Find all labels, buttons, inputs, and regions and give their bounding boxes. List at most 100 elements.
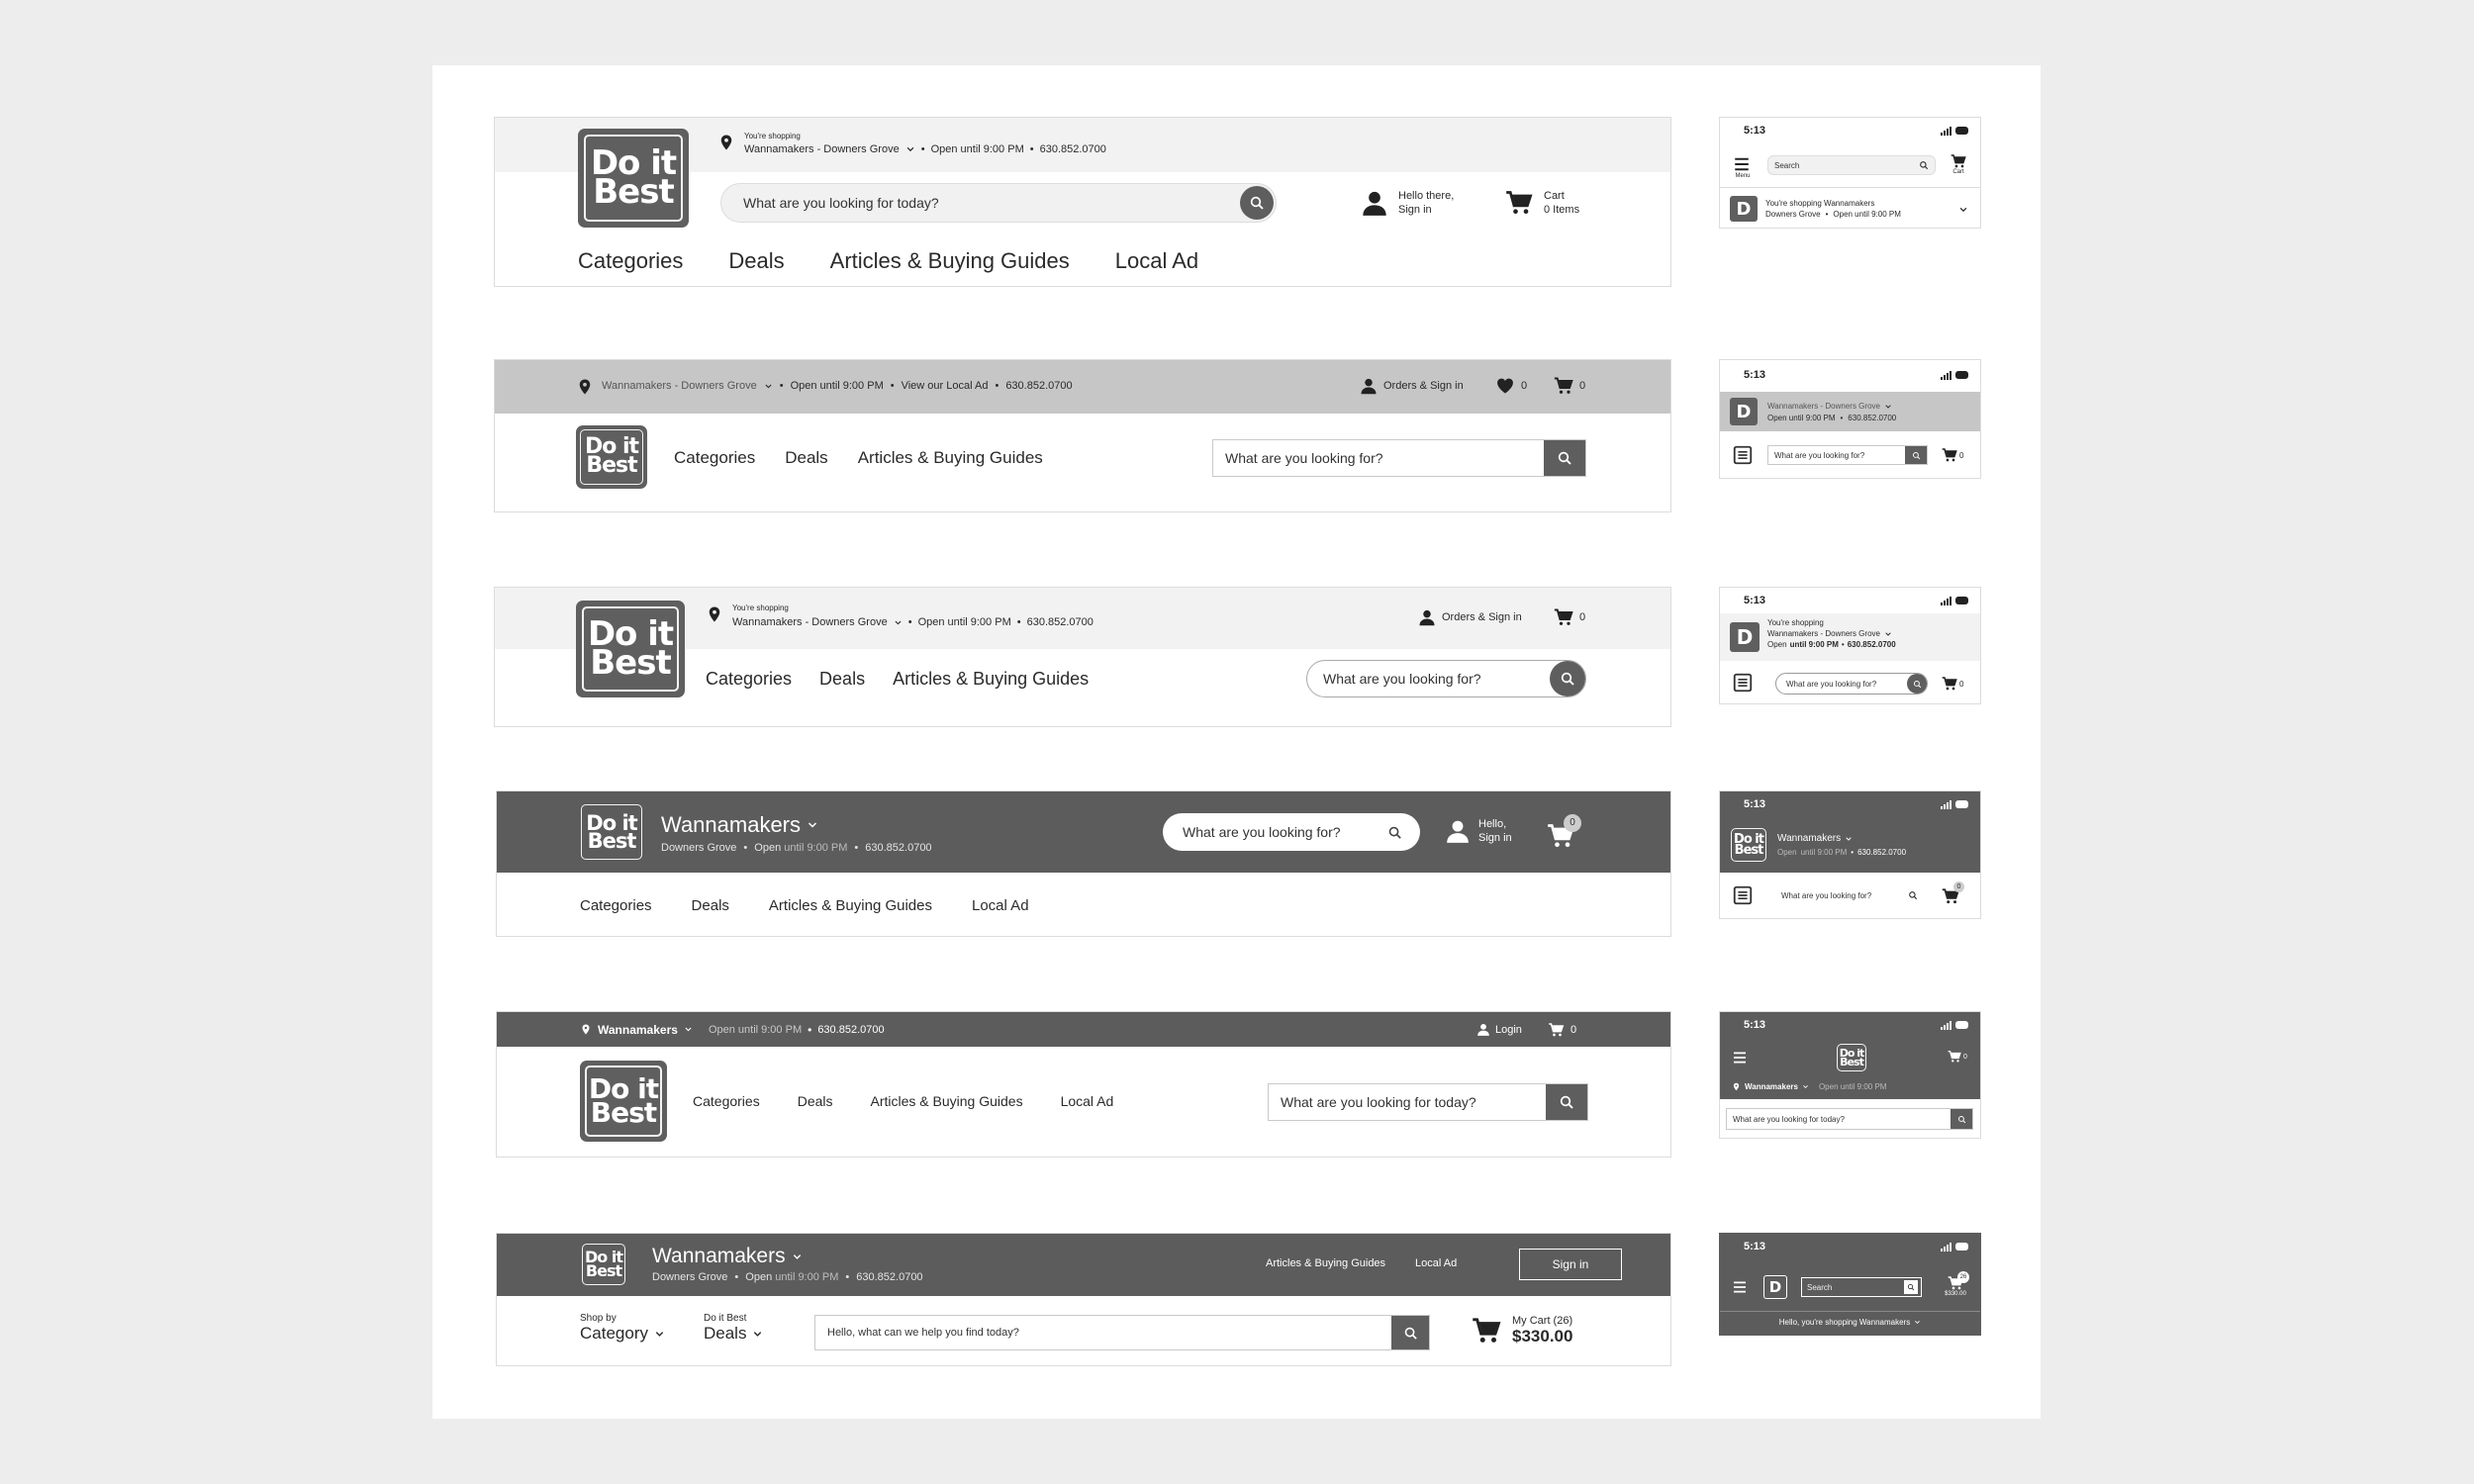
store-selector[interactable]: Wannamakers	[598, 1023, 678, 1037]
nav-articles[interactable]: Articles & Buying Guides	[871, 1093, 1023, 1109]
menu-icon[interactable]	[1732, 1279, 1748, 1295]
mobile-search-input[interactable]: Search	[1774, 161, 1919, 170]
search-input[interactable]: What are you looking for?	[1323, 671, 1550, 687]
nav-articles[interactable]: Articles & Buying Guides	[830, 248, 1070, 274]
logo[interactable]: Do it Best	[576, 601, 685, 697]
search-bar[interactable]: Hello, what can we help you find today?	[814, 1315, 1430, 1350]
logo[interactable]: Do it Best	[578, 129, 689, 228]
nav-articles[interactable]: Articles & Buying Guides	[769, 897, 932, 914]
signin-button[interactable]: Sign in	[1519, 1249, 1622, 1280]
search-bar[interactable]: What are you looking for?	[1212, 439, 1586, 477]
store-selector[interactable]: Wannamakers	[652, 1245, 803, 1268]
nav-articles[interactable]: Articles & Buying Guides	[858, 448, 1043, 468]
mobile-greeting[interactable]: Hello, you're shopping Wannamakers	[1720, 1318, 1980, 1327]
logo[interactable]: D	[1730, 196, 1758, 222]
logo[interactable]: Do it Best	[580, 1061, 667, 1142]
search-input[interactable]: What are you looking for today?	[743, 195, 1240, 211]
search-button[interactable]	[1544, 440, 1585, 476]
search-bar[interactable]: What are you looking for today?	[1268, 1083, 1588, 1121]
nav-local-ad[interactable]: Local Ad	[1115, 248, 1198, 274]
shop-by-category[interactable]: Shop by Category	[580, 1313, 665, 1344]
chevron-down-icon[interactable]	[905, 144, 915, 154]
store-selector[interactable]: Wannamakers - Downers Grove	[744, 143, 900, 155]
mobile-store-info[interactable]: Wannamakers Open until 9:00 PM • 630.852.07…	[1777, 832, 1906, 860]
menu-list-icon[interactable]	[1732, 444, 1754, 466]
logo[interactable]: D	[1763, 1275, 1787, 1299]
mobile-cart[interactable]: 26 $330.00	[1936, 1271, 1975, 1301]
nav-local-ad[interactable]: Local Ad	[1061, 1093, 1114, 1109]
local-ad-link[interactable]: View our Local Ad	[902, 380, 989, 392]
nav-categories[interactable]: Categories	[674, 448, 755, 468]
search-input[interactable]: What are you looking for?	[1183, 824, 1387, 840]
account-link[interactable]: Orders & Sign in	[1418, 607, 1522, 627]
mobile-cart[interactable]: 0	[1948, 1050, 1967, 1064]
menu-list-icon[interactable]	[1732, 672, 1754, 694]
logo[interactable]: Do it Best	[576, 425, 647, 489]
search-input[interactable]: What are you looking for today?	[1281, 1094, 1546, 1110]
wishlist-link[interactable]: 0	[1495, 376, 1527, 396]
deals-dropdown[interactable]: Do it Best Deals	[704, 1313, 763, 1344]
mobile-search-input[interactable]: What are you looking for?	[1786, 680, 1907, 689]
search-bar[interactable]: What are you looking for today?	[720, 183, 1277, 223]
mobile-store-info[interactable]: Wannamakers Open until 9:00 PM	[1732, 1081, 1886, 1092]
login-text[interactable]: Login	[1495, 1024, 1522, 1036]
articles-link[interactable]: Articles & Buying Guides	[1266, 1257, 1385, 1269]
nav-categories[interactable]: Categories	[693, 1093, 760, 1109]
mobile-search-input[interactable]: Search	[1807, 1283, 1904, 1292]
mobile-store-info[interactable]: Wannamakers - Downers Grove Open until 9…	[1767, 401, 1896, 424]
nav-deals[interactable]: Deals	[819, 669, 865, 690]
search-input[interactable]: What are you looking for?	[1225, 450, 1544, 466]
chevron-down-icon[interactable]	[684, 1025, 693, 1034]
account-link[interactable]: Hello, Sign in	[1445, 817, 1512, 845]
mobile-cart[interactable]: 0	[1942, 447, 1963, 463]
local-ad-link[interactable]: Local Ad	[1415, 1257, 1457, 1269]
store-selector[interactable]: Wannamakers - Downers Grove	[732, 616, 888, 628]
cart-link[interactable]: 0	[1554, 607, 1585, 627]
login-link[interactable]: Login	[1476, 1022, 1522, 1037]
signin-link[interactable]: Sign in	[1478, 831, 1512, 845]
chevron-down-icon[interactable]	[894, 618, 903, 627]
logo[interactable]: Do it Best	[581, 1243, 626, 1286]
nav-deals[interactable]: Deals	[798, 1093, 833, 1109]
signin-link[interactable]: Sign in	[1398, 203, 1454, 217]
cart-link[interactable]: 0	[1546, 814, 1581, 850]
store-selector[interactable]: Wannamakers - Downers Grove	[602, 380, 757, 392]
nav-categories[interactable]: Categories	[706, 669, 792, 690]
search-button[interactable]	[1904, 1280, 1918, 1294]
mobile-cart[interactable]: 0	[1942, 676, 1963, 692]
nav-deals[interactable]: Deals	[728, 248, 784, 274]
chevron-down-icon[interactable]	[1957, 205, 1969, 215]
mobile-store-info[interactable]: You're shopping Wannamakers - Downers Gr…	[1767, 617, 1896, 650]
cart-link[interactable]: Cart 0 Items	[1504, 189, 1579, 217]
account-link[interactable]: Hello there, Sign in	[1361, 189, 1454, 217]
mobile-search-input[interactable]: What are you looking for?	[1781, 891, 1908, 900]
mobile-search-input[interactable]: What are you looking for today?	[1733, 1115, 1951, 1124]
search-button[interactable]	[1391, 1316, 1429, 1349]
mobile-cart[interactable]: Cart	[1950, 153, 1967, 175]
search-button[interactable]	[1905, 446, 1927, 464]
mobile-search[interactable]: What are you looking for today?	[1726, 1108, 1973, 1130]
search-button[interactable]	[1951, 1109, 1972, 1129]
store-phone[interactable]: 630.852.0700	[1027, 616, 1094, 628]
nav-categories[interactable]: Categories	[578, 248, 683, 274]
logo[interactable]: D	[1730, 622, 1760, 652]
search-bar[interactable]: What are you looking for?	[1163, 813, 1420, 851]
store-phone[interactable]: 630.852.0700	[817, 1024, 884, 1036]
store-phone[interactable]: 630.852.0700	[1040, 143, 1106, 155]
mobile-search[interactable]: Search	[1767, 155, 1936, 175]
menu-list-icon[interactable]	[1732, 884, 1754, 906]
menu-button[interactable]: Menu	[1732, 155, 1754, 179]
store-selector[interactable]: Wannamakers	[661, 812, 818, 838]
logo[interactable]: D	[1730, 398, 1758, 425]
mobile-search[interactable]: What are you looking for?	[1775, 885, 1924, 905]
cart-link[interactable]: My Cart (26) $330.00	[1471, 1315, 1572, 1346]
store-phone[interactable]: 630.852.0700	[865, 842, 931, 854]
mobile-search-input[interactable]: What are you looking for?	[1774, 451, 1905, 460]
nav-deals[interactable]: Deals	[692, 897, 729, 914]
search-bar[interactable]: What are you looking for?	[1306, 660, 1586, 697]
mobile-cart[interactable]: 0	[1942, 881, 1965, 906]
logo[interactable]: Do it Best	[1836, 1043, 1867, 1072]
logo[interactable]: Do it Best	[580, 803, 643, 861]
mobile-search[interactable]: Search	[1801, 1277, 1922, 1297]
orders-signin[interactable]: Orders & Sign in	[1383, 380, 1464, 392]
